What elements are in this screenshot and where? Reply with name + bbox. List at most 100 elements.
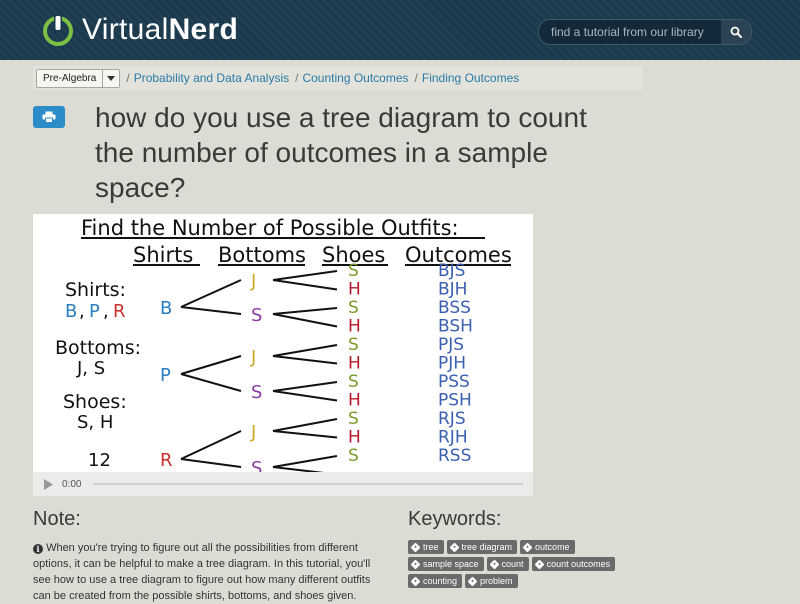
tree-branch [272, 381, 338, 392]
chevron-down-icon [102, 69, 119, 87]
breadcrumb-separator: / [295, 71, 299, 85]
tree-shoe-node: S [348, 446, 359, 466]
tree-outcome: RJS [438, 409, 466, 429]
power-logo-icon [40, 12, 76, 48]
label-total: 12 [88, 450, 111, 471]
keyword-tag[interactable]: tree [408, 540, 444, 554]
tree-bottom-node: J [250, 271, 256, 292]
label-comma: , [79, 301, 85, 322]
tree-shoe-node: S [348, 372, 359, 392]
label-comma: , [103, 301, 109, 322]
tree-outcome: BSS [438, 298, 471, 318]
keyword-tag[interactable]: tree diagram [446, 540, 518, 554]
subject-select[interactable]: Pre-Algebra [36, 68, 121, 88]
tree-shoe-node: H [348, 391, 361, 411]
tree-branch [272, 279, 338, 291]
label-bottoms-values: J, S [76, 358, 105, 379]
tree-outcome: RSS [438, 446, 471, 466]
keyword-label: counting [423, 576, 458, 586]
tree-outcome: RJH [438, 428, 468, 448]
note-text: i When you're trying to figure out all t… [33, 540, 373, 604]
keyword-tag[interactable]: count outcomes [531, 557, 616, 571]
tree-outcome: BJS [438, 261, 465, 281]
logo-word-nerd: Nerd [168, 13, 239, 46]
tree-outcome: PSH [438, 391, 472, 411]
tree-shoe-node: S [348, 261, 359, 281]
keyword-tag[interactable]: count [486, 557, 529, 571]
search-box [538, 19, 752, 45]
tree-bottom-node: J [250, 347, 256, 368]
tree-bottom-node: S [251, 305, 262, 326]
breadcrumb-counting-outcomes[interactable]: Counting Outcomes [302, 71, 408, 85]
tree-branch [272, 390, 338, 402]
search-button[interactable] [721, 20, 751, 44]
keywords-title: Keywords: [408, 508, 502, 530]
tree-shoe-node: S [348, 298, 359, 318]
play-button[interactable] [37, 472, 59, 496]
breadcrumb-separator: / [126, 71, 130, 85]
tree-shirt-node: P [160, 365, 171, 386]
search-input[interactable] [539, 20, 721, 44]
tree-branch [180, 373, 242, 392]
tree-shoe-node: S [348, 409, 359, 429]
breadcrumb-probability[interactable]: Probability and Data Analysis [134, 71, 289, 85]
search-icon [730, 26, 742, 38]
label-shoes-values: S, H [77, 412, 113, 433]
tree-branch [180, 355, 242, 375]
tree-branch [272, 344, 338, 357]
tree-outcome: BSH [438, 317, 473, 337]
breadcrumb-separator: / [414, 71, 418, 85]
play-icon [43, 478, 53, 490]
video-progress-bar[interactable] [93, 483, 523, 485]
tag-icon [410, 576, 421, 586]
video-controls: 0:00 [33, 472, 533, 496]
tree-outcome: BJH [438, 280, 467, 300]
label-shirts-b: B [65, 301, 77, 322]
label-shoes: Shoes: [63, 391, 127, 413]
keyword-tag[interactable]: outcome [520, 540, 575, 554]
site-header: VirtualNerd [0, 0, 800, 60]
tree-outcome: PJS [438, 335, 464, 355]
tag-icon [522, 542, 533, 552]
keyword-label: problem [480, 576, 513, 586]
column-bottoms: Bottoms [218, 243, 306, 267]
site-logo[interactable]: VirtualNerd [40, 12, 238, 48]
label-shirts-p: P [89, 301, 100, 322]
video-player[interactable]: Find the Number of Possible Outfits: Shi… [33, 214, 533, 496]
logo-word-virtual: Virtual [82, 13, 169, 46]
print-button[interactable] [33, 106, 65, 128]
tree-branch [272, 455, 338, 468]
tree-shirt-node: B [160, 298, 172, 319]
tree-branch [180, 458, 242, 468]
tree-bottom-node: S [251, 382, 262, 403]
tree-shoe-node: H [348, 354, 361, 374]
keyword-tag[interactable]: problem [465, 574, 518, 588]
board-heading: Find the Number of Possible Outfits: [81, 216, 459, 240]
column-shirts: Shirts [133, 243, 193, 267]
tree-branch [180, 430, 242, 460]
tree-bottom-node: J [250, 422, 256, 443]
keyword-label: sample space [423, 559, 479, 569]
label-shirts: Shirts: [65, 279, 126, 301]
tree-branch [272, 430, 338, 439]
tree-shirt-node: R [160, 450, 173, 471]
keyword-label: count outcomes [546, 559, 611, 569]
breadcrumb-finding-outcomes[interactable]: Finding Outcomes [422, 71, 519, 85]
tag-icon [489, 559, 499, 569]
tree-branch [180, 306, 242, 315]
logo-wordmark: VirtualNerd [82, 12, 238, 48]
tree-branch [272, 270, 338, 281]
label-shirts-r: R [113, 301, 126, 322]
note-body: When you're trying to figure out all the… [33, 542, 371, 602]
tree-shoe-node: H [348, 317, 361, 337]
keyword-label: outcome [535, 542, 570, 552]
keyword-list: tree tree diagram outcome sample space count… [408, 540, 638, 588]
tree-shoe-node: S [348, 335, 359, 355]
tree-bottom-node: S [251, 458, 262, 472]
keyword-tag[interactable]: counting [408, 574, 463, 588]
keyword-tag[interactable]: sample space [408, 557, 484, 571]
page-title: how do you use a tree diagram to count t… [95, 102, 587, 203]
tag-icon [410, 559, 421, 569]
tree-diagram-whiteboard: Find the Number of Possible Outfits: Shi… [55, 216, 512, 472]
breadcrumb: Pre-Algebra / Probability and Data Analy… [33, 66, 643, 90]
